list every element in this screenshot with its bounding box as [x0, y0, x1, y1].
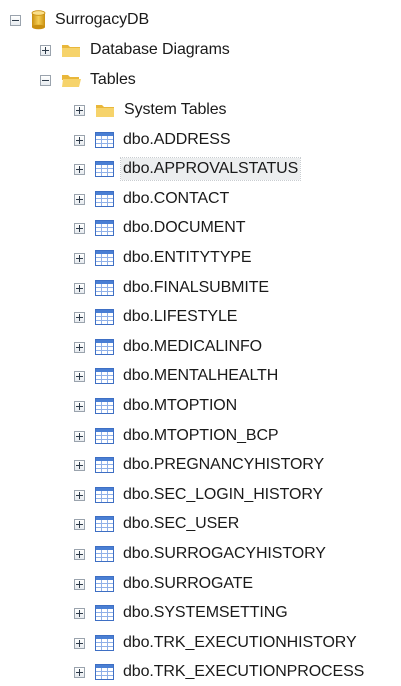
tree-node-dbo-systemsetting[interactable]: dbo.SYSTEMSETTING — [74, 599, 290, 627]
tree-node-dbo-surrogate[interactable]: dbo.SURROGATE — [74, 570, 255, 598]
tree-node-dbo-finalsubmite[interactable]: dbo.FINALSUBMITE — [74, 274, 271, 302]
expand-toggle-icon[interactable] — [74, 370, 85, 382]
table-label[interactable]: dbo.ENTITYTYPE — [121, 247, 253, 269]
table-icon — [95, 309, 114, 325]
folder-icon — [61, 42, 81, 58]
table-icon — [95, 428, 114, 444]
expand-toggle-icon[interactable] — [74, 104, 85, 116]
table-label[interactable]: dbo.LIFESTYLE — [121, 306, 239, 328]
table-icon — [95, 220, 114, 236]
tree-node-dbo-mtoption-bcp[interactable]: dbo.MTOPTION_BCP — [74, 422, 281, 450]
table-label[interactable]: dbo.SYSTEMSETTING — [121, 602, 290, 624]
tree-node-dbo-entitytype[interactable]: dbo.ENTITYTYPE — [74, 244, 253, 272]
tree-node-dbo-surrogacyhistory[interactable]: dbo.SURROGACYHISTORY — [74, 540, 328, 568]
tree-node-dbo-mentalhealth[interactable]: dbo.MENTALHEALTH — [74, 362, 280, 390]
table-label[interactable]: dbo.MTOPTION_BCP — [121, 425, 281, 447]
table-icon — [95, 339, 114, 355]
database-label[interactable]: SurrogacyDB — [53, 9, 151, 31]
table-label[interactable]: dbo.SEC_USER — [121, 513, 241, 535]
table-label[interactable]: dbo.SEC_LOGIN_HISTORY — [121, 484, 325, 506]
folder-label[interactable]: Database Diagrams — [88, 39, 232, 61]
folder-open-icon — [61, 72, 81, 88]
expand-toggle-icon[interactable] — [74, 400, 85, 412]
tree-node-database-diagrams[interactable]: Database Diagrams — [40, 36, 232, 64]
table-icon — [95, 605, 114, 621]
expand-toggle-icon[interactable] — [74, 666, 85, 678]
table-label[interactable]: dbo.PREGNANCYHISTORY — [121, 454, 326, 476]
object-explorer-tree: SurrogacyDB Database Diagrams Tables Sys… — [0, 0, 401, 683]
table-label[interactable]: dbo.SURROGACYHISTORY — [121, 543, 328, 565]
expand-toggle-icon[interactable] — [74, 163, 85, 175]
expand-toggle-icon[interactable] — [74, 252, 85, 264]
expand-toggle-icon[interactable] — [74, 548, 85, 560]
expand-toggle-icon[interactable] — [74, 430, 85, 442]
tree-node-dbo-lifestyle[interactable]: dbo.LIFESTYLE — [74, 303, 239, 331]
tree-node-dbo-sec-login-history[interactable]: dbo.SEC_LOGIN_HISTORY — [74, 481, 325, 509]
expand-toggle-icon[interactable] — [74, 282, 85, 294]
expand-toggle-icon[interactable] — [74, 489, 85, 501]
expand-toggle-icon[interactable] — [74, 459, 85, 471]
table-icon — [95, 191, 114, 207]
expand-toggle-icon[interactable] — [40, 44, 51, 56]
table-label[interactable]: dbo.DOCUMENT — [121, 217, 247, 239]
table-icon — [95, 635, 114, 651]
table-icon — [95, 576, 114, 592]
table-label[interactable]: dbo.MENTALHEALTH — [121, 365, 280, 387]
table-label[interactable]: dbo.FINALSUBMITE — [121, 277, 271, 299]
expand-toggle-icon[interactable] — [74, 341, 85, 353]
table-icon — [95, 132, 114, 148]
table-icon — [95, 664, 114, 680]
tree-node-dbo-trk-executionprocess[interactable]: dbo.TRK_EXECUTIONPROCESS — [74, 658, 366, 686]
table-icon — [95, 161, 114, 177]
expand-toggle-icon[interactable] — [74, 193, 85, 205]
expand-toggle-icon[interactable] — [74, 578, 85, 590]
expand-toggle-icon[interactable] — [74, 311, 85, 323]
table-label[interactable]: dbo.TRK_EXECUTIONHISTORY — [121, 632, 359, 654]
expand-toggle-icon[interactable] — [74, 222, 85, 234]
tree-node-dbo-mtoption[interactable]: dbo.MTOPTION — [74, 392, 239, 420]
database-icon — [31, 10, 46, 30]
table-label[interactable]: dbo.SURROGATE — [121, 573, 255, 595]
expand-toggle-icon[interactable] — [74, 134, 85, 146]
tree-node-dbo-contact[interactable]: dbo.CONTACT — [74, 185, 231, 213]
tree-node-dbo-trk-executionhistory[interactable]: dbo.TRK_EXECUTIONHISTORY — [74, 629, 359, 657]
tree-node-dbo-medicalinfo[interactable]: dbo.MEDICALINFO — [74, 333, 264, 361]
expand-toggle-icon[interactable] — [74, 637, 85, 649]
table-label[interactable]: dbo.ADDRESS — [121, 129, 232, 151]
tree-node-tables[interactable]: Tables — [40, 66, 138, 94]
table-label[interactable]: dbo.CONTACT — [121, 188, 231, 210]
table-label[interactable]: dbo.MEDICALINFO — [121, 336, 264, 358]
table-label[interactable]: dbo.MTOPTION — [121, 395, 239, 417]
folder-icon — [95, 102, 115, 118]
table-icon — [95, 280, 114, 296]
tree-node-system-tables[interactable]: System Tables — [74, 96, 228, 124]
folder-label[interactable]: System Tables — [122, 99, 228, 121]
table-label[interactable]: dbo.APPROVALSTATUS — [119, 157, 302, 181]
tree-node-dbo-address[interactable]: dbo.ADDRESS — [74, 126, 232, 154]
tree-node-dbo-pregnancyhistory[interactable]: dbo.PREGNANCYHISTORY — [74, 451, 326, 479]
tree-node-dbo-document[interactable]: dbo.DOCUMENT — [74, 214, 247, 242]
table-label[interactable]: dbo.TRK_EXECUTIONPROCESS — [121, 661, 366, 683]
table-icon — [95, 516, 114, 532]
collapse-toggle-icon[interactable] — [10, 14, 21, 26]
tree-node-database[interactable]: SurrogacyDB — [10, 6, 151, 34]
table-icon — [95, 368, 114, 384]
expand-toggle-icon[interactable] — [74, 607, 85, 619]
expand-toggle-icon[interactable] — [74, 518, 85, 530]
tree-node-dbo-sec-user[interactable]: dbo.SEC_USER — [74, 510, 241, 538]
table-icon — [95, 546, 114, 562]
table-icon — [95, 250, 114, 266]
folder-label[interactable]: Tables — [88, 69, 138, 91]
table-icon — [95, 398, 114, 414]
collapse-toggle-icon[interactable] — [40, 74, 51, 86]
table-icon — [95, 457, 114, 473]
table-icon — [95, 487, 114, 503]
tree-node-dbo-approvalstatus[interactable]: dbo.APPROVALSTATUS — [74, 155, 302, 183]
